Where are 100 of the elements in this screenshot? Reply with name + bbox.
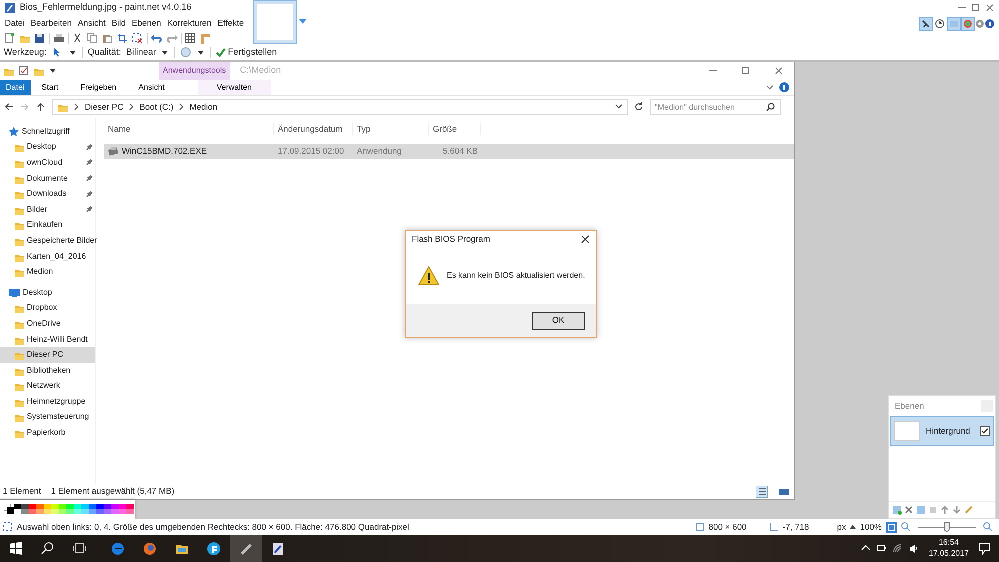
color-palette[interactable] xyxy=(0,500,135,519)
sidebar-item[interactable]: Heimnetzgruppe xyxy=(0,394,95,410)
layer-item[interactable]: Hintergrund xyxy=(890,416,994,446)
maximize-icon[interactable] xyxy=(741,66,751,76)
paint-app-icon[interactable] xyxy=(271,542,285,556)
arrow-up-icon[interactable] xyxy=(940,505,950,515)
column-header[interactable]: Typ xyxy=(353,122,429,136)
panel-toggle[interactable] xyxy=(919,16,933,30)
caret-up-icon[interactable] xyxy=(850,524,856,530)
windows-icon[interactable] xyxy=(9,542,23,556)
zoom-out-icon[interactable] xyxy=(901,522,911,532)
zoom-fit-icon[interactable] xyxy=(886,522,897,532)
arrow-down-icon[interactable] xyxy=(952,505,962,515)
undo-icon[interactable] xyxy=(151,32,163,44)
speaker-icon[interactable] xyxy=(908,544,919,554)
ribbon-tab[interactable]: Start xyxy=(30,80,70,95)
panel-toggle[interactable] xyxy=(947,16,961,30)
panel-toggle[interactable] xyxy=(933,16,947,30)
refresh-icon[interactable] xyxy=(634,102,644,112)
sidebar-item[interactable]: Einkaufen xyxy=(0,218,95,234)
help-icon[interactable] xyxy=(985,18,995,28)
up-icon[interactable] xyxy=(36,102,46,112)
caret-icon[interactable] xyxy=(49,67,57,75)
image-thumbnail-tab[interactable] xyxy=(253,0,297,44)
task-view-icon[interactable] xyxy=(73,542,87,556)
ribbon-tab[interactable]: Freigeben xyxy=(70,80,128,95)
sidebar-item[interactable]: Schnellzugriff xyxy=(0,124,95,140)
add-layer-icon[interactable] xyxy=(892,505,902,515)
column-header[interactable]: Name xyxy=(104,122,274,136)
browser-e-icon[interactable] xyxy=(111,542,125,556)
search-field[interactable]: "Medion" durchsuchen xyxy=(650,99,781,115)
menu-item[interactable]: Korrekturen xyxy=(164,17,215,30)
file-row[interactable]: WinC15BMD.702.EXE 17.09.2015 02:00 Anwendung 5.604 KB xyxy=(104,144,794,159)
maximize-icon[interactable] xyxy=(971,3,981,13)
deselect-icon[interactable] xyxy=(132,32,144,44)
stylus-app-icon[interactable] xyxy=(239,542,253,556)
panel-toggle[interactable] xyxy=(961,16,975,30)
battery-icon[interactable] xyxy=(876,544,887,554)
back-icon[interactable] xyxy=(4,102,14,112)
circle-app-icon[interactable] xyxy=(207,542,221,556)
wifi-icon[interactable] xyxy=(892,544,903,554)
details-view-icon[interactable] xyxy=(756,486,768,498)
properties-icon[interactable] xyxy=(19,66,29,76)
menu-item[interactable]: Ebenen xyxy=(129,17,164,30)
close-icon[interactable] xyxy=(581,235,590,244)
sidebar-item[interactable]: ownCloud xyxy=(0,155,95,171)
breadcrumb-item[interactable]: Dieser PC xyxy=(85,100,124,114)
checkbox-icon[interactable] xyxy=(980,426,990,436)
ribbon-tab[interactable]: Ansicht xyxy=(128,80,176,95)
crop-icon[interactable] xyxy=(117,32,129,44)
ok-button[interactable]: OK xyxy=(532,312,585,330)
sidebar-item[interactable]: Karten_04_2016 xyxy=(0,248,95,264)
delete-icon[interactable] xyxy=(904,505,914,515)
breadcrumb-item[interactable]: Medion xyxy=(190,100,218,114)
grid-icon[interactable] xyxy=(185,32,197,44)
new-file-icon[interactable] xyxy=(4,32,16,44)
sidebar-item[interactable]: Gespeicherte Bilder xyxy=(0,233,95,249)
ribbon-tab[interactable]: Verwalten xyxy=(198,80,271,95)
menu-item[interactable]: Datei xyxy=(2,17,28,30)
sidebar-item[interactable]: Dokumente xyxy=(0,170,95,186)
clock[interactable]: 16:54 17.05.2017 xyxy=(928,538,969,559)
breadcrumb-item[interactable]: Boot (C:) xyxy=(140,100,174,114)
save-icon[interactable] xyxy=(34,32,46,44)
sidebar-item[interactable]: Desktop xyxy=(0,140,95,156)
quality-dropdown[interactable]: Bilinear xyxy=(126,46,169,60)
sidebar-item[interactable]: Systemsteuerung xyxy=(0,410,95,426)
sidebar-item[interactable]: Bibliotheken xyxy=(0,362,95,378)
column-header[interactable]: Größe xyxy=(429,122,481,136)
slider-thumb[interactable] xyxy=(944,522,950,532)
search-icon[interactable] xyxy=(41,542,55,556)
sidebar-item[interactable]: Dropbox xyxy=(0,300,95,316)
sidebar-item[interactable]: Heinz-Willi Bendt xyxy=(0,332,95,348)
print-icon[interactable] xyxy=(53,32,65,44)
browser-globe-icon[interactable] xyxy=(143,542,157,556)
caret-icon[interactable] xyxy=(196,48,205,56)
menu-item[interactable]: Bild xyxy=(108,17,130,30)
sidebar-item[interactable]: Dieser PC xyxy=(0,347,95,363)
sidebar-item[interactable]: Netzwerk xyxy=(0,378,95,394)
paste-icon[interactable] xyxy=(102,32,114,44)
dropdown-arrow-icon[interactable] xyxy=(299,18,307,26)
sidebar-item[interactable]: Papierkorb xyxy=(0,425,95,441)
menu-item[interactable]: Bearbeiten xyxy=(28,17,75,30)
chevron-icon[interactable] xyxy=(615,103,623,111)
sidebar-item[interactable]: OneDrive xyxy=(0,316,95,332)
menu-item[interactable]: Effekte xyxy=(214,17,248,30)
sidebar-item[interactable]: Medion xyxy=(0,264,95,280)
unit-dropdown[interactable]: px xyxy=(837,520,846,534)
finish-button[interactable]: Fertigstellen xyxy=(216,46,278,60)
chevron-icon[interactable] xyxy=(765,82,775,92)
zoom-in-icon[interactable] xyxy=(983,522,993,532)
sidebar-item[interactable]: Desktop xyxy=(0,284,95,301)
caret-icon[interactable] xyxy=(68,48,77,56)
menu-item[interactable]: Ansicht xyxy=(74,17,109,30)
ribbon-tab[interactable]: Datei xyxy=(0,80,31,95)
address-bar[interactable]: Dieser PC Boot (C:) Medion xyxy=(52,99,628,115)
sidebar-item[interactable]: Downloads xyxy=(0,186,95,202)
sidebar-item[interactable]: Bilder xyxy=(0,202,95,218)
help-icon[interactable] xyxy=(779,82,790,93)
settings-icon[interactable] xyxy=(975,18,985,28)
notification-icon[interactable] xyxy=(979,542,991,554)
